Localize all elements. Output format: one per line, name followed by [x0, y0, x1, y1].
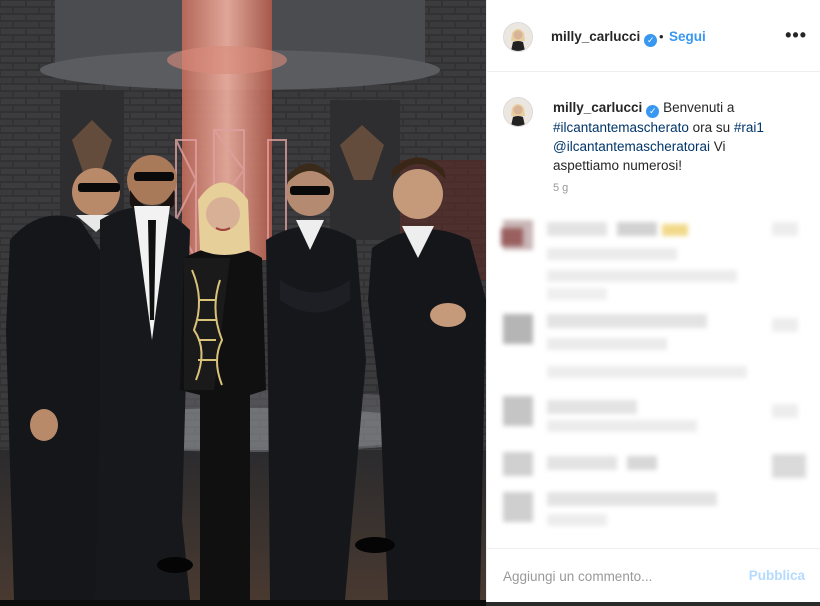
comment-text: [662, 224, 688, 236]
comment-avatar: [503, 452, 533, 476]
comment-text: [627, 456, 657, 470]
caption-text: Benvenuti a: [663, 100, 735, 115]
comment-text: [547, 270, 737, 282]
post-timestamp[interactable]: 5 g: [553, 182, 568, 194]
comment-avatar: [501, 228, 523, 246]
separator-dot: •: [659, 29, 664, 44]
caption-text: ora su: [692, 120, 731, 135]
post-caption: milly_carlucci ✓ Benvenuti a #ilcantantem…: [553, 98, 793, 175]
comment-bar: Pubblica: [487, 548, 820, 602]
more-options-icon[interactable]: •••: [785, 25, 807, 46]
publish-button[interactable]: Pubblica: [749, 568, 805, 583]
hashtag-link[interactable]: #ilcantantemascherato: [553, 120, 689, 135]
verified-badge-icon: ✓: [644, 34, 658, 47]
comment-text: [772, 404, 798, 418]
header-username[interactable]: milly_carlucci ✓: [551, 29, 658, 47]
follow-button[interactable]: Segui: [669, 29, 706, 44]
comment-text: [547, 420, 697, 432]
comment-text: [547, 222, 607, 236]
comment-text: [547, 338, 667, 350]
comment-text: [547, 288, 607, 300]
caption-avatar[interactable]: [503, 97, 533, 127]
comment-avatar: [503, 396, 533, 426]
comment-text: [547, 366, 747, 378]
comment-text: [547, 400, 637, 414]
comment-text: [547, 248, 677, 260]
page-bottom-strip: [486, 602, 820, 606]
avatar-image: [504, 23, 532, 51]
comment-text: [772, 222, 798, 236]
avatar-image: [504, 98, 532, 126]
comment-text: [547, 314, 707, 328]
avatar[interactable]: [503, 22, 533, 52]
caption-username[interactable]: milly_carlucci: [553, 100, 642, 115]
comment-text: [617, 222, 657, 236]
photo-illustration: [0, 0, 486, 606]
post-side-panel: milly_carlucci ✓ • Segui ••• milly_carluc…: [486, 0, 820, 602]
post-header: milly_carlucci ✓ • Segui •••: [487, 0, 820, 72]
comment-avatar: [503, 492, 533, 522]
mention-link[interactable]: @ilcantantemascheratorai: [553, 139, 710, 154]
comment-text: [772, 454, 806, 478]
post-photo[interactable]: [0, 0, 486, 606]
hashtag-link[interactable]: #rai1: [734, 120, 764, 135]
comment-text: [547, 492, 717, 506]
comment-text: [547, 514, 607, 526]
verified-badge-icon: ✓: [646, 105, 660, 118]
comment-text: [547, 456, 617, 470]
comment-input[interactable]: [503, 566, 733, 586]
username-link[interactable]: milly_carlucci: [551, 29, 640, 44]
comment-avatar: [503, 314, 533, 344]
comment-text: [772, 318, 798, 332]
blurred-comments: [487, 208, 820, 548]
